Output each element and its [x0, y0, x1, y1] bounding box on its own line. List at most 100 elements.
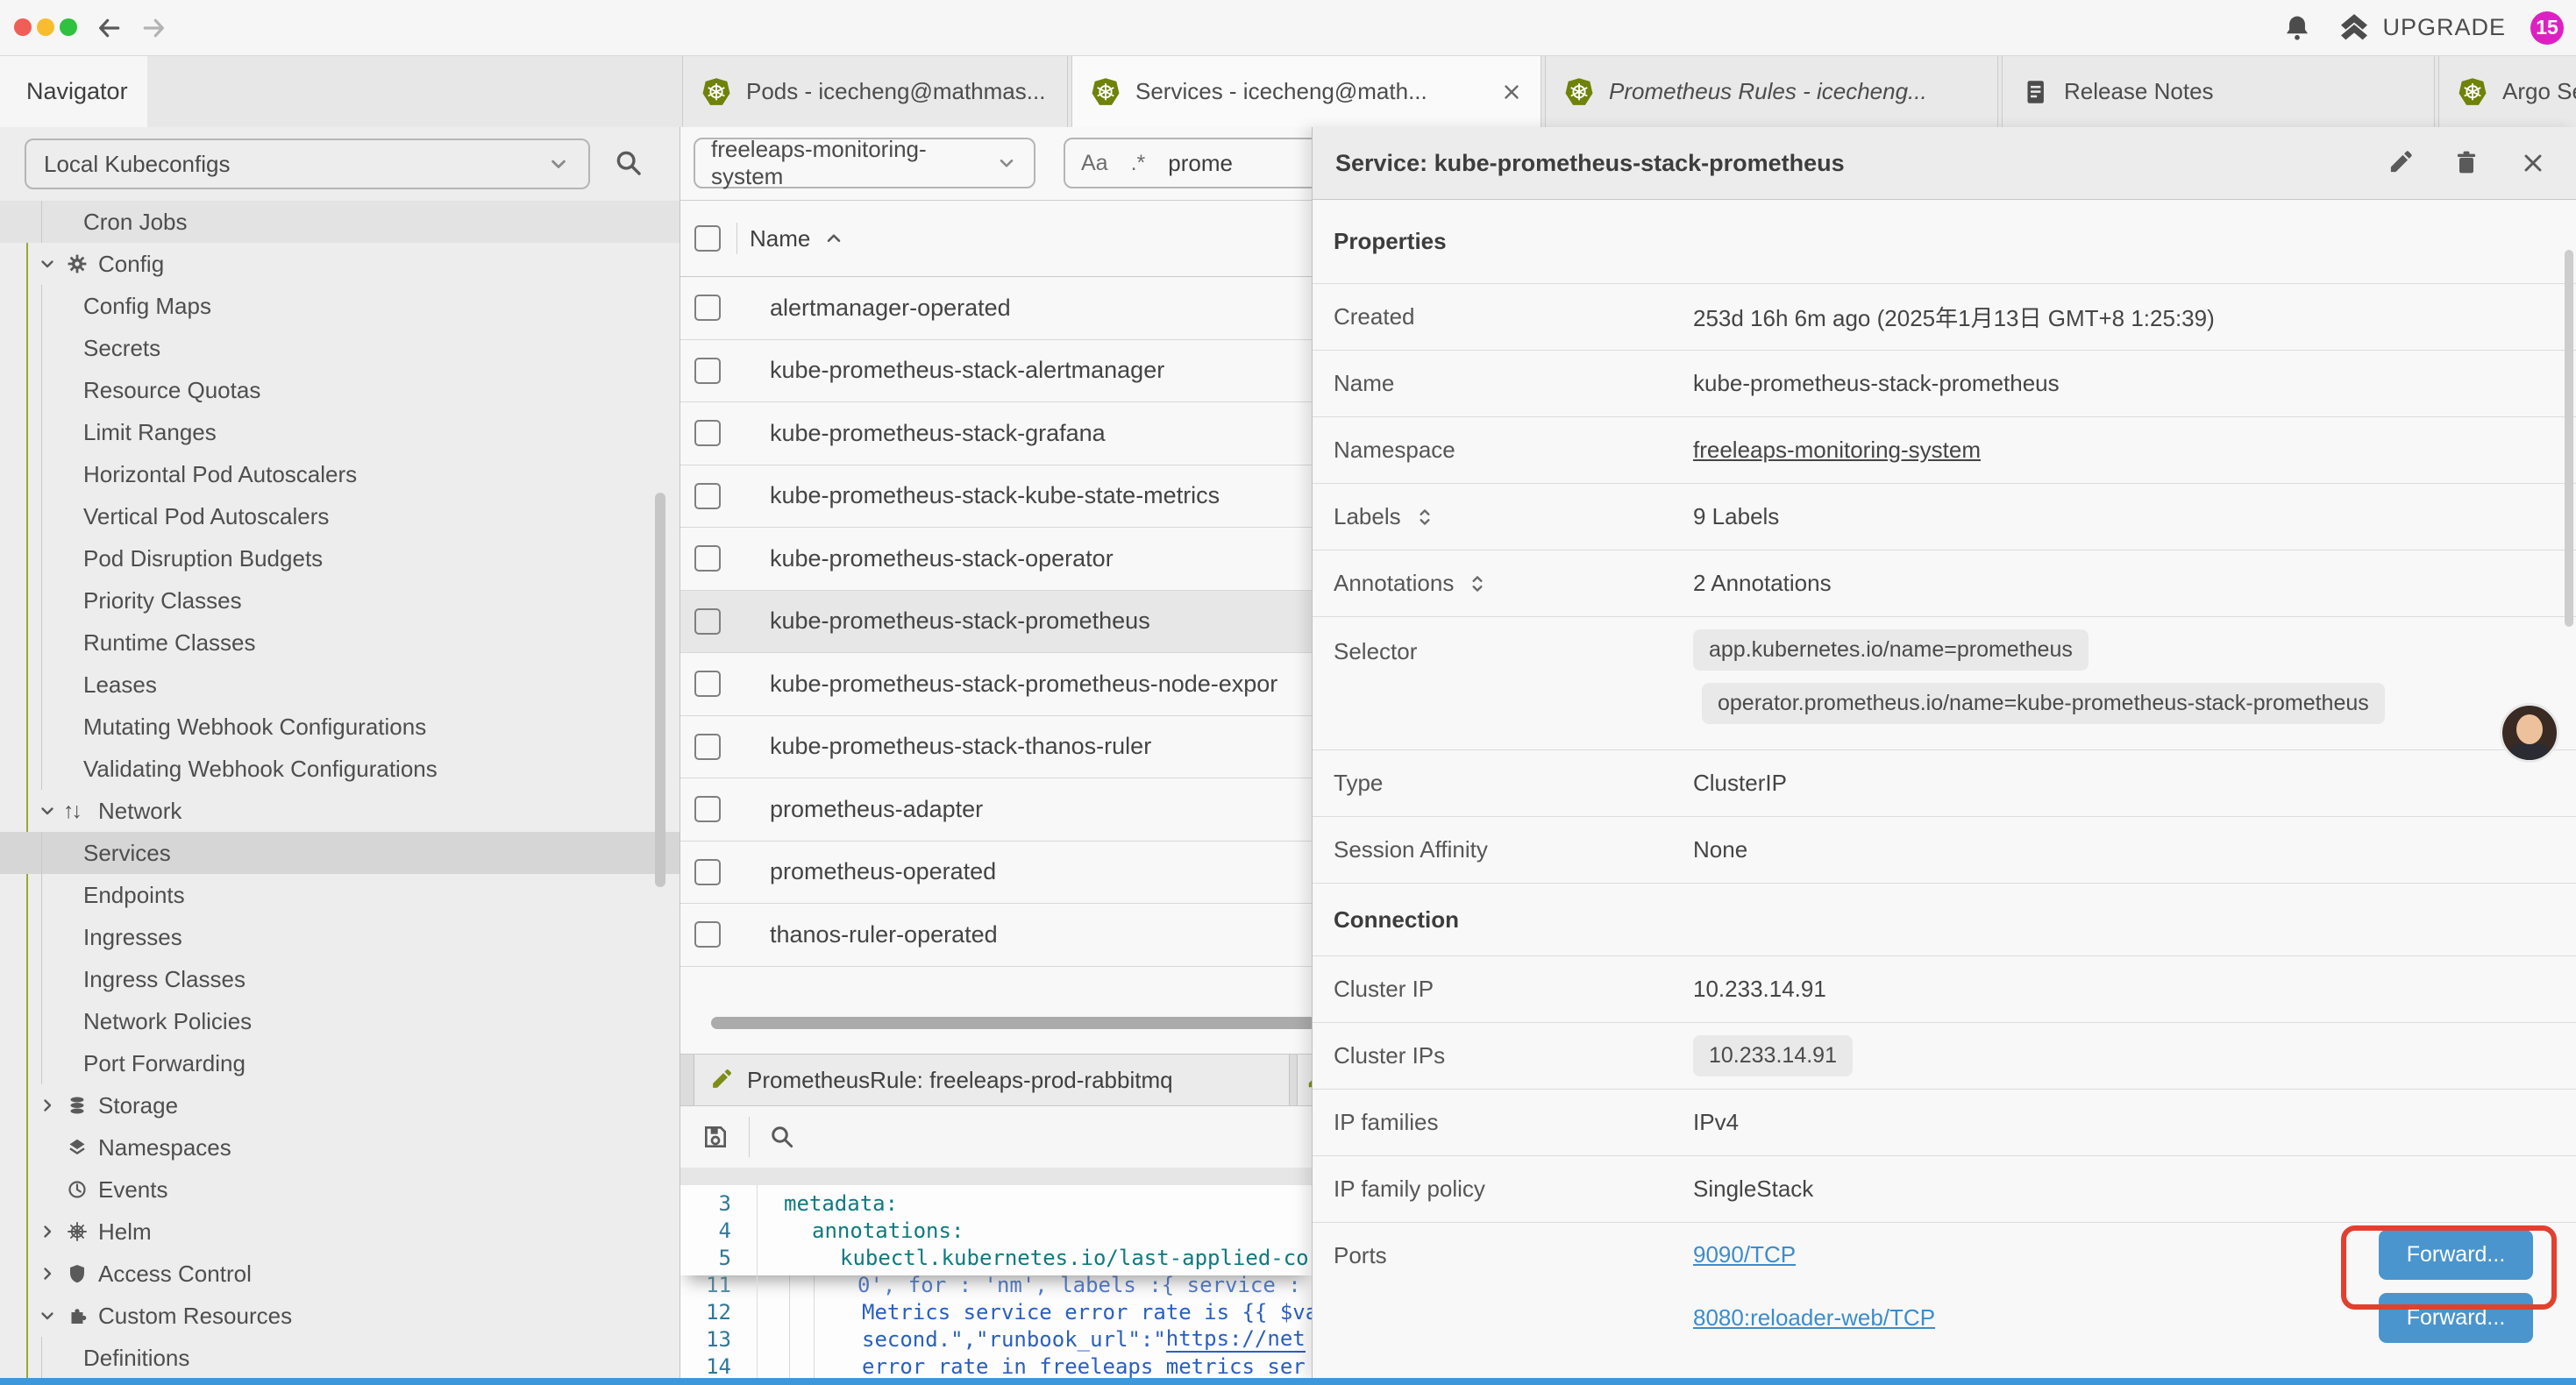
back-arrow-icon[interactable]: [95, 14, 123, 42]
kubeconfig-select[interactable]: Local Kubeconfigs: [25, 138, 590, 189]
bell-icon[interactable]: [2282, 13, 2312, 43]
sidebar-item-vertical-pod-autoscalers[interactable]: Vertical Pod Autoscalers: [0, 495, 680, 537]
tab-services[interactable]: Services - icecheng@math...: [1071, 56, 1541, 127]
sidebar-item-definitions[interactable]: Definitions: [0, 1337, 680, 1378]
close-window-button[interactable]: [14, 18, 32, 36]
sidebar-item-services[interactable]: Services: [0, 832, 680, 874]
yaml-editor[interactable]: 110', for : 'nm', labels :{ service : 12…: [680, 1185, 1312, 1378]
tab-prometheus-rules[interactable]: Prometheus Rules - icecheng...: [1545, 56, 1998, 127]
runbook-url-link[interactable]: https://net: [1166, 1326, 1306, 1353]
row-checkbox[interactable]: [694, 859, 721, 885]
chevron-right-icon[interactable]: [37, 1095, 58, 1116]
sidebar-item-secrets[interactable]: Secrets: [0, 327, 680, 369]
horizontal-scrollbar[interactable]: [711, 1017, 1312, 1029]
select-all-checkbox[interactable]: [694, 225, 721, 252]
row-checkbox[interactable]: [694, 608, 721, 635]
edit-pencil-icon[interactable]: [2386, 149, 2414, 177]
table-row[interactable]: prometheus-adapter: [680, 778, 1312, 842]
sidebar-item-resource-quotas[interactable]: Resource Quotas: [0, 369, 680, 411]
row-checkbox[interactable]: [694, 295, 721, 321]
sidebar-item-validating-webhook-configurations[interactable]: Validating Webhook Configurations: [0, 748, 680, 790]
match-case-toggle[interactable]: Aa: [1081, 151, 1108, 176]
sidebar-item-limit-ranges[interactable]: Limit Ranges: [0, 411, 680, 453]
table-row[interactable]: kube-prometheus-stack-grafana: [680, 402, 1312, 465]
sidebar-item-network-policies[interactable]: Network Policies: [0, 1000, 680, 1042]
expand-annotations-icon[interactable]: [1466, 572, 1489, 595]
minimize-window-button[interactable]: [37, 18, 54, 36]
sidebar-group-namespaces[interactable]: Namespaces: [0, 1126, 680, 1168]
name-column-header[interactable]: Name: [750, 225, 810, 252]
detail-row-labels: Labels 9 Labels: [1313, 483, 2576, 550]
save-icon[interactable]: [701, 1123, 729, 1151]
sidebar-item-horizontal-pod-autoscalers[interactable]: Horizontal Pod Autoscalers: [0, 453, 680, 495]
sidebar-item-endpoints[interactable]: Endpoints: [0, 874, 680, 916]
row-checkbox[interactable]: [694, 420, 721, 446]
table-row[interactable]: thanos-ruler-operated: [680, 904, 1312, 967]
sidebar-item-runtime-classes[interactable]: Runtime Classes: [0, 621, 680, 664]
forward-arrow-icon[interactable]: [140, 14, 168, 42]
sidebar-group-access-control[interactable]: Access Control: [0, 1253, 680, 1295]
sort-ascending-icon[interactable]: [822, 227, 845, 250]
sidebar-item-leases[interactable]: Leases: [0, 664, 680, 706]
sidebar-group-storage[interactable]: Storage: [0, 1084, 680, 1126]
table-row[interactable]: kube-prometheus-stack-operator: [680, 528, 1312, 591]
table-row[interactable]: kube-prometheus-stack-prometheus-node-ex…: [680, 653, 1312, 716]
notification-badge[interactable]: 15: [2530, 11, 2564, 45]
search-icon[interactable]: [769, 1124, 795, 1150]
maximize-window-button[interactable]: [60, 18, 77, 36]
table-row[interactable]: kube-prometheus-stack-kube-state-metrics: [680, 465, 1312, 529]
avatar[interactable]: [2500, 703, 2559, 763]
tab-argo[interactable]: Argo Se: [2438, 56, 2576, 127]
row-checkbox[interactable]: [694, 358, 721, 384]
chevron-down-icon[interactable]: [37, 253, 58, 274]
table-row-selected[interactable]: kube-prometheus-stack-prometheus: [680, 591, 1312, 654]
expand-labels-icon[interactable]: [1413, 506, 1436, 529]
sidebar-item-port-forwarding[interactable]: Port Forwarding: [0, 1042, 680, 1084]
sidebar-group-custom-resources[interactable]: Custom Resources: [0, 1295, 680, 1337]
sidebar-item-mutating-webhook-configurations[interactable]: Mutating Webhook Configurations: [0, 706, 680, 748]
trash-icon[interactable]: [2452, 149, 2480, 177]
upgrade-button[interactable]: UPGRADE: [2337, 11, 2506, 46]
row-checkbox[interactable]: [694, 671, 721, 697]
row-checkbox[interactable]: [694, 483, 721, 509]
tab-pods[interactable]: Pods - icecheng@mathmas...: [682, 56, 1068, 127]
namespace-link[interactable]: freeleaps-monitoring-system: [1693, 437, 1981, 464]
sidebar-group-events[interactable]: Events: [0, 1168, 680, 1211]
navigator-tab[interactable]: Navigator: [0, 56, 147, 127]
table-row[interactable]: kube-prometheus-stack-thanos-ruler: [680, 716, 1312, 779]
chevron-right-icon[interactable]: [37, 1263, 58, 1284]
search-icon[interactable]: [614, 148, 644, 178]
row-checkbox[interactable]: [694, 545, 721, 572]
sidebar-item-priority-classes[interactable]: Priority Classes: [0, 579, 680, 621]
chevron-down-icon[interactable]: [37, 1305, 58, 1326]
filter-query: prome: [1168, 150, 1233, 177]
sidebar-group-config[interactable]: Config: [0, 243, 680, 285]
sidebar-group-network[interactable]: ↑↓ Network: [0, 790, 680, 832]
port-link-9090[interactable]: 9090/TCP: [1693, 1241, 1796, 1268]
close-icon[interactable]: [2519, 149, 2547, 177]
sidebar-item-ingress-classes[interactable]: Ingress Classes: [0, 958, 680, 1000]
row-checkbox[interactable]: [694, 796, 721, 822]
port-link-8080[interactable]: 8080:reloader-web/TCP: [1693, 1304, 1935, 1332]
sidebar-item-cron-jobs[interactable]: Cron Jobs: [0, 201, 680, 243]
row-checkbox[interactable]: [694, 734, 721, 760]
regex-toggle[interactable]: .*: [1131, 151, 1146, 176]
chevron-right-icon[interactable]: [37, 1221, 58, 1242]
detail-scrollbar[interactable]: [2565, 250, 2573, 627]
sidebar-item-config-maps[interactable]: Config Maps: [0, 285, 680, 327]
namespace-select[interactable]: freeleaps-monitoring-system: [694, 138, 1035, 188]
close-tab-icon[interactable]: [1500, 81, 1523, 103]
tab-release-notes[interactable]: Release Notes: [2002, 56, 2435, 127]
row-checkbox[interactable]: [694, 921, 721, 948]
filter-input[interactable]: Aa .* prome: [1064, 138, 1312, 188]
chevron-down-icon[interactable]: [37, 800, 58, 821]
sidebar-scrollbar[interactable]: [655, 493, 665, 887]
editor-tab-partial[interactable]: [1297, 1055, 1312, 1105]
table-row[interactable]: kube-prometheus-stack-alertmanager: [680, 340, 1312, 403]
sidebar-item-ingresses[interactable]: Ingresses: [0, 916, 680, 958]
editor-tab-prometheusrule[interactable]: PrometheusRule: freeleaps-prod-rabbitmq: [694, 1055, 1290, 1105]
sidebar-item-pod-disruption-budgets[interactable]: Pod Disruption Budgets: [0, 537, 680, 579]
sidebar-group-helm[interactable]: Helm: [0, 1211, 680, 1253]
table-row[interactable]: prometheus-operated: [680, 842, 1312, 905]
table-row[interactable]: alertmanager-operated: [680, 277, 1312, 340]
